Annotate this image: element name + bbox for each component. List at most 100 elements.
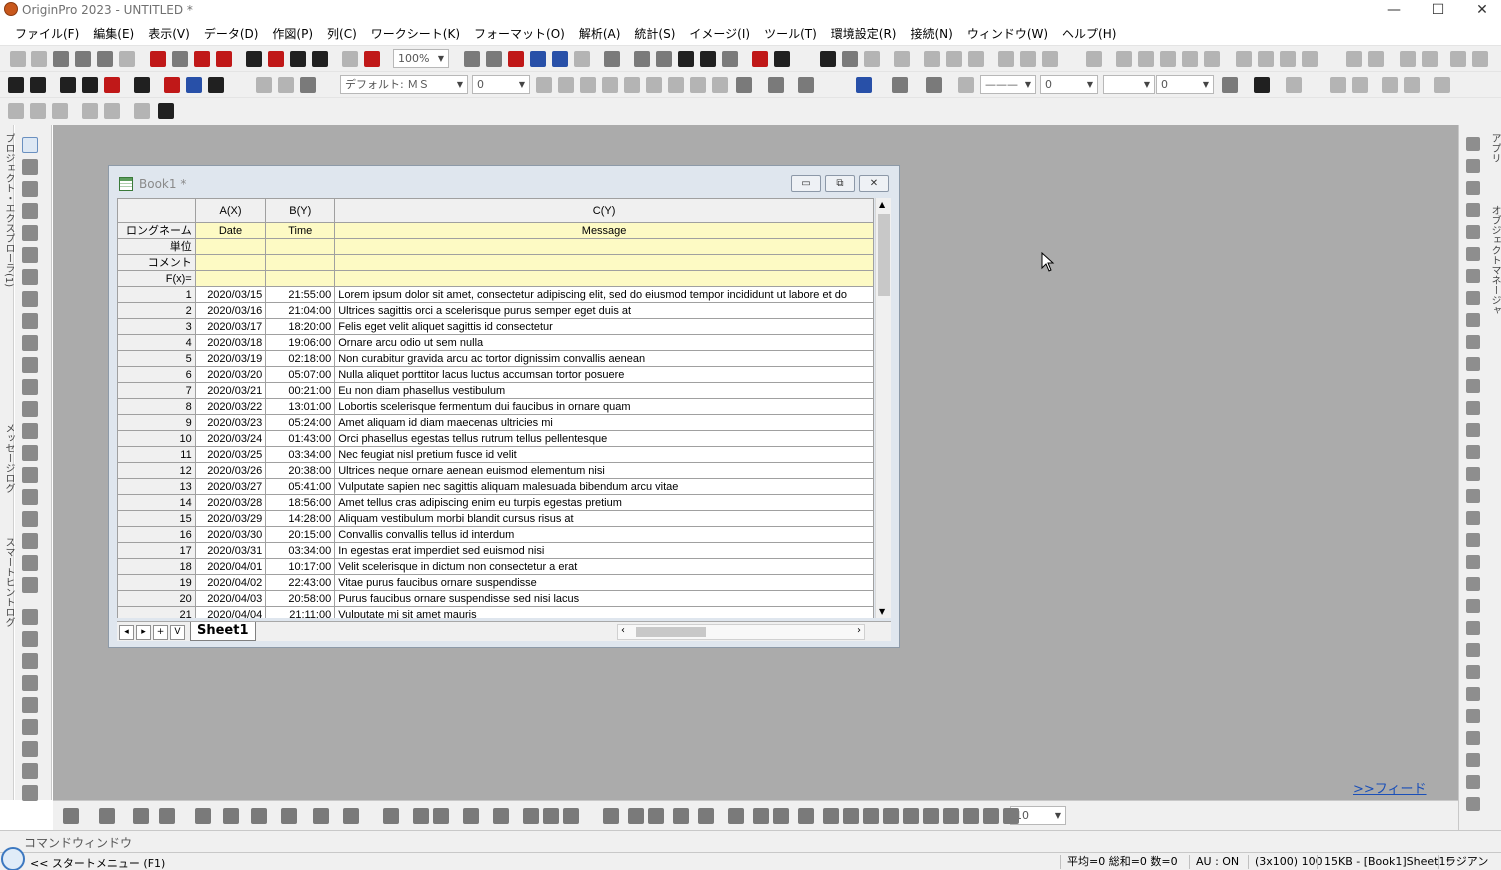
drawing-tool-icon[interactable] [22,741,38,757]
label-row-header[interactable]: ロングネーム [117,222,196,239]
toolbar-tool-icon[interactable] [678,51,694,67]
label-cell[interactable] [265,254,336,271]
date-cell[interactable]: 2020/04/04 [194,606,267,618]
row-number[interactable]: 14 [117,494,196,511]
graph-type-icon[interactable] [628,808,644,824]
time-cell[interactable]: 20:15:00 [265,526,336,543]
toolbar-tool-icon[interactable] [1182,51,1198,67]
drawing-tool-icon[interactable] [22,467,38,483]
toolbar-tool-icon[interactable] [158,103,174,119]
graph-type-icon[interactable] [223,808,239,824]
layout-tool-icon[interactable] [1466,445,1480,459]
label-cell[interactable]: Message [334,222,874,239]
graph-type-icon[interactable] [603,808,619,824]
layout-tool-icon[interactable] [1466,313,1480,327]
layout-tool-icon[interactable] [1466,269,1480,283]
time-cell[interactable]: 14:28:00 [265,510,336,527]
date-cell[interactable]: 2020/03/27 [194,478,267,495]
toolbar-tool-icon[interactable] [536,77,552,93]
drawing-tool-icon[interactable] [22,631,38,647]
toolbar-tool-icon[interactable] [8,77,24,93]
graph-type-icon[interactable] [698,808,714,824]
graph-type-icon[interactable] [843,808,859,824]
toolbar-tool-icon[interactable] [312,51,328,67]
row-number[interactable]: 16 [117,526,196,543]
graph-type-icon[interactable] [773,808,789,824]
layout-tool-icon[interactable] [1466,379,1480,393]
toolbar-tool-icon[interactable] [342,51,358,67]
time-cell[interactable]: 21:04:00 [265,302,336,319]
drawing-tool-icon[interactable] [22,533,38,549]
toolbar-tool-icon[interactable] [1286,77,1302,93]
row-number[interactable]: 20 [117,590,196,607]
layout-tool-icon[interactable] [1466,775,1480,789]
toolbar-tool-icon[interactable] [1086,51,1102,67]
toolbar-tool-icon[interactable] [31,51,47,67]
row-number[interactable]: 15 [117,510,196,527]
toolbar-tool-icon[interactable] [722,51,738,67]
toolbar-tool-icon[interactable] [530,51,546,67]
layout-tool-icon[interactable] [1466,489,1480,503]
message-cell[interactable]: In egestas erat imperdiet sed euismod ni… [334,542,874,559]
toolbar-tool-icon[interactable] [634,51,650,67]
menu-item-0[interactable]: ファイル(F) [8,25,86,42]
layout-tool-icon[interactable] [1466,731,1480,745]
row-number[interactable]: 5 [117,350,196,367]
layout-tool-icon[interactable] [1466,423,1480,437]
message-cell[interactable]: Vulputate sapien nec sagittis aliquam ma… [334,478,874,495]
toolbar-tool-icon[interactable] [104,103,120,119]
toolbar-tool-icon[interactable] [602,77,618,93]
row-number[interactable]: 10 [117,430,196,447]
toolbar-tool-icon[interactable] [926,77,942,93]
workbook-restore-button[interactable]: ⧉ [825,175,855,192]
drawing-tool-icon[interactable] [22,335,38,351]
menu-item-14[interactable]: ウィンドウ(W) [960,25,1055,42]
toolbar-tool-icon[interactable] [300,77,316,93]
pattern-width-combo[interactable]: 0 ▼ [1156,75,1214,94]
label-cell[interactable] [334,238,874,255]
date-cell[interactable]: 2020/04/01 [194,558,267,575]
time-cell[interactable]: 20:58:00 [265,590,336,607]
toolbar-tool-icon[interactable] [574,51,590,67]
row-number[interactable]: 4 [117,334,196,351]
label-cell[interactable] [194,254,267,271]
time-cell[interactable]: 05:07:00 [265,366,336,383]
time-cell[interactable]: 22:43:00 [265,574,336,591]
toolbar-tool-icon[interactable] [1368,51,1384,67]
message-cell[interactable]: Aliquam vestibulum morbi blandit cursus … [334,510,874,527]
horizontal-scroll-thumb[interactable] [636,627,706,637]
toolbar-tool-icon[interactable] [1382,77,1398,93]
time-cell[interactable]: 20:38:00 [265,462,336,479]
label-cell[interactable] [334,270,874,287]
message-log-tab[interactable]: メッセージログ [1,423,16,493]
toolbar-tool-icon[interactable] [892,77,908,93]
message-cell[interactable]: Nec feugiat nisl pretium fusce id velit [334,446,874,463]
toolbar-tool-icon[interactable] [712,77,728,93]
label-cell[interactable] [334,254,874,271]
toolbar-tool-icon[interactable] [134,77,150,93]
graph-type-icon[interactable] [883,808,899,824]
date-cell[interactable]: 2020/03/26 [194,462,267,479]
message-cell[interactable]: Ultrices neque ornare aenean euismod ele… [334,462,874,479]
message-cell[interactable]: Ultrices sagittis orci a scelerisque pur… [334,302,874,319]
drawing-tool-icon[interactable] [22,137,38,153]
time-cell[interactable]: 01:43:00 [265,430,336,447]
graph-type-icon[interactable] [903,808,919,824]
date-cell[interactable]: 2020/03/23 [194,414,267,431]
toolbar-tool-icon[interactable] [52,103,68,119]
toolbar-tool-icon[interactable] [552,51,568,67]
graph-type-icon[interactable] [99,808,115,824]
label-cell[interactable] [194,238,267,255]
message-cell[interactable]: Orci phasellus egestas tellus rutrum tel… [334,430,874,447]
layout-tool-icon[interactable] [1466,687,1480,701]
row-number[interactable]: 18 [117,558,196,575]
toolbar-tool-icon[interactable] [558,77,574,93]
toolbar-tool-icon[interactable] [700,51,716,67]
date-cell[interactable]: 2020/03/24 [194,430,267,447]
toolbar-tool-icon[interactable] [97,51,113,67]
row-number[interactable]: 12 [117,462,196,479]
line-width-combo[interactable]: 0 ▼ [1040,75,1098,94]
layout-tool-icon[interactable] [1466,401,1480,415]
layout-tool-icon[interactable] [1466,225,1480,239]
menu-item-5[interactable]: 列(C) [320,25,364,42]
